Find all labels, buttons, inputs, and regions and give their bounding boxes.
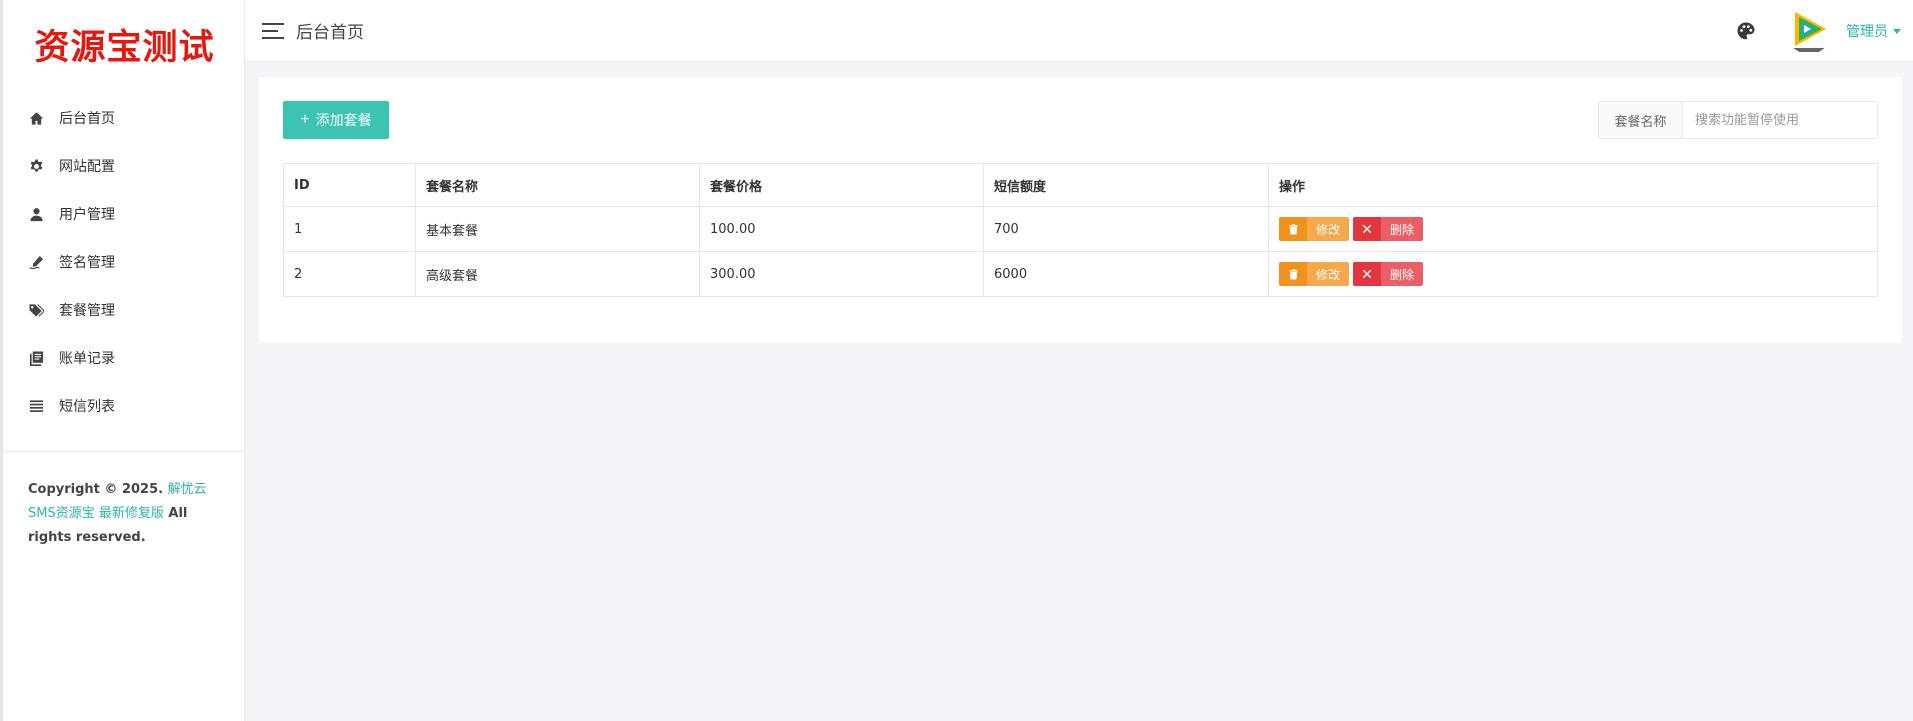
sidebar-item-signatures[interactable]: 签名管理 xyxy=(3,238,244,286)
sidebar-item-sms-list[interactable]: 短信列表 xyxy=(3,382,244,430)
cell-name: 基本套餐 xyxy=(415,206,700,252)
page-title: 后台首页 xyxy=(296,23,364,43)
copyright-prefix: Copyright © 2025. xyxy=(28,482,168,497)
sidebar-item-label: 用户管理 xyxy=(59,207,115,223)
package-card: + 添加套餐 套餐名称 ID 套餐名称 套餐价格 短信额度 操作 1 基本套餐 … xyxy=(259,77,1902,343)
user-menu[interactable]: 管理员 xyxy=(1846,21,1901,41)
cell-id: 2 xyxy=(283,251,416,297)
close-icon xyxy=(1353,262,1381,286)
menu-toggle-icon[interactable] xyxy=(262,22,284,39)
sidebar: 资源宝测试 后台首页 网站配置 用户管理 签名管理 套餐管理 账单记录 短信列表… xyxy=(0,0,245,721)
header-quota: 短信额度 xyxy=(983,163,1269,207)
sidebar-item-packages[interactable]: 套餐管理 xyxy=(3,286,244,334)
sidebar-menu: 后台首页 网站配置 用户管理 签名管理 套餐管理 账单记录 短信列表 xyxy=(3,88,244,430)
sidebar-item-label: 后台首页 xyxy=(59,111,115,127)
logo-text: 资源宝测试 xyxy=(34,26,215,68)
add-package-button[interactable]: + 添加套餐 xyxy=(283,101,389,139)
header-name: 套餐名称 xyxy=(415,163,700,207)
sidebar-item-label: 短信列表 xyxy=(59,399,115,415)
cell-price: 100.00 xyxy=(699,206,984,252)
topbar: 后台首页 管理员 xyxy=(245,0,1913,62)
cell-price: 300.00 xyxy=(699,251,984,297)
caret-down-icon xyxy=(1893,28,1901,34)
book-icon xyxy=(27,349,45,367)
user-icon xyxy=(27,205,45,223)
cell-quota: 6000 xyxy=(983,251,1269,297)
sidebar-item-label: 网站配置 xyxy=(59,159,115,175)
palette-icon[interactable] xyxy=(1736,21,1756,41)
plus-icon: + xyxy=(300,111,310,128)
trash-icon xyxy=(1279,262,1307,286)
gear-icon xyxy=(27,157,45,175)
delete-button[interactable]: 删除 xyxy=(1353,217,1423,241)
add-package-label: 添加套餐 xyxy=(315,112,372,128)
logo[interactable]: 资源宝测试 xyxy=(3,0,244,88)
cell-name: 高级套餐 xyxy=(415,251,700,297)
trash-icon xyxy=(1279,217,1307,241)
delete-label: 删除 xyxy=(1381,217,1423,241)
sidebar-item-label: 账单记录 xyxy=(59,351,115,367)
tags-icon xyxy=(27,301,45,319)
delete-label: 删除 xyxy=(1381,262,1423,286)
cell-actions: 修改 删除 xyxy=(1268,251,1878,297)
header-price: 套餐价格 xyxy=(699,163,984,207)
signature-icon xyxy=(27,253,45,271)
edit-button[interactable]: 修改 xyxy=(1279,262,1349,286)
edit-button[interactable]: 修改 xyxy=(1279,217,1349,241)
search-box: 套餐名称 xyxy=(1598,101,1878,139)
sidebar-item-site-config[interactable]: 网站配置 xyxy=(3,142,244,190)
table-row: 2 高级套餐 300.00 6000 修改 删除 xyxy=(283,251,1878,297)
sidebar-item-label: 签名管理 xyxy=(59,255,115,271)
avatar[interactable] xyxy=(1786,8,1832,54)
home-icon xyxy=(27,109,45,127)
delete-button[interactable]: 删除 xyxy=(1353,262,1423,286)
close-icon xyxy=(1353,217,1381,241)
cell-actions: 修改 删除 xyxy=(1268,206,1878,252)
user-name: 管理员 xyxy=(1846,24,1888,40)
search-input[interactable] xyxy=(1683,102,1877,138)
list-icon xyxy=(27,397,45,415)
table-row: 1 基本套餐 100.00 700 修改 删除 xyxy=(283,206,1878,252)
edit-label: 修改 xyxy=(1307,217,1349,241)
copyright: Copyright © 2025. 解忧云SMS资源宝 最新修复版 All ri… xyxy=(3,452,244,550)
sidebar-item-bills[interactable]: 账单记录 xyxy=(3,334,244,382)
header-id: ID xyxy=(283,163,416,207)
sidebar-item-home[interactable]: 后台首页 xyxy=(3,94,244,142)
topbar-right: 管理员 xyxy=(1736,0,1901,62)
search-label: 套餐名称 xyxy=(1599,102,1683,138)
edit-label: 修改 xyxy=(1307,262,1349,286)
video-logo-icon xyxy=(1788,12,1830,54)
header-actions: 操作 xyxy=(1268,163,1878,207)
table-header-row: ID 套餐名称 套餐价格 短信额度 操作 xyxy=(283,163,1878,207)
cell-id: 1 xyxy=(283,206,416,252)
package-table: ID 套餐名称 套餐价格 短信额度 操作 1 基本套餐 100.00 700 修… xyxy=(283,163,1878,297)
cell-quota: 700 xyxy=(983,206,1269,252)
sidebar-item-users[interactable]: 用户管理 xyxy=(3,190,244,238)
sidebar-item-label: 套餐管理 xyxy=(59,303,115,319)
